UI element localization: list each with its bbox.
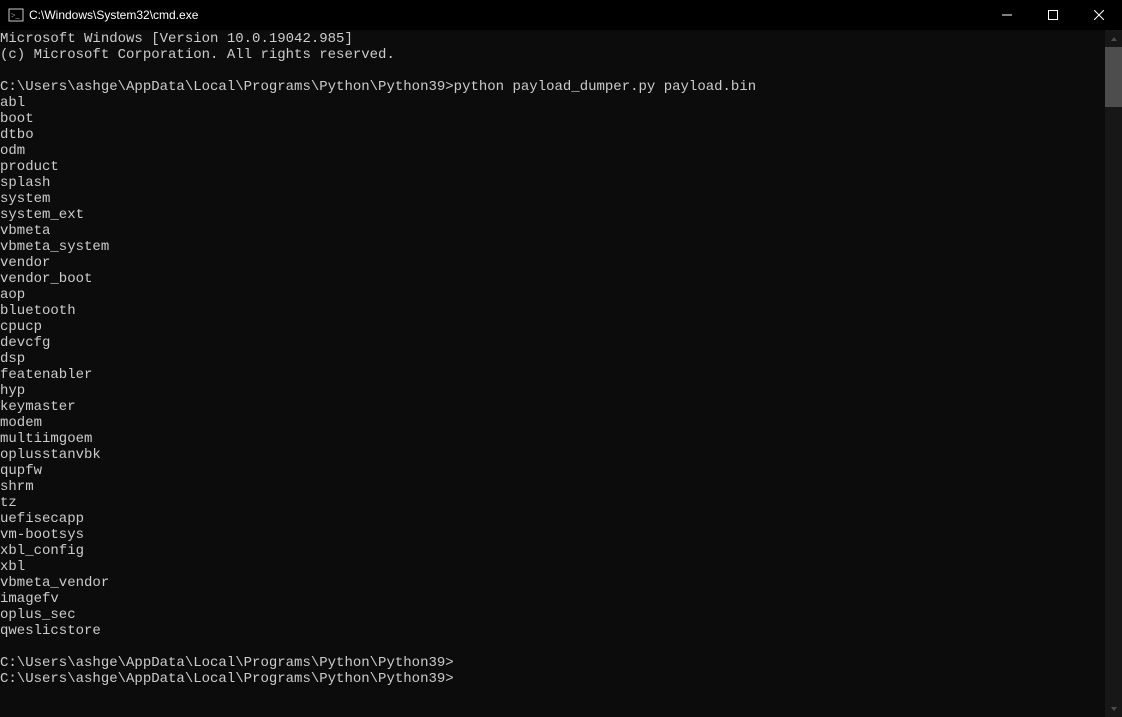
console-line: featenabler	[0, 367, 1105, 383]
console-line: uefisecapp	[0, 511, 1105, 527]
console-output[interactable]: Microsoft Windows [Version 10.0.19042.98…	[0, 30, 1105, 717]
console-line: multiimgoem	[0, 431, 1105, 447]
console-line: (c) Microsoft Corporation. All rights re…	[0, 47, 1105, 63]
scroll-thumb[interactable]	[1105, 47, 1122, 107]
console-line: odm	[0, 143, 1105, 159]
vertical-scrollbar[interactable]	[1105, 30, 1122, 717]
console-line: dsp	[0, 351, 1105, 367]
console-line: shrm	[0, 479, 1105, 495]
cmd-window: >_ C:\Windows\System32\cmd.exe Microsoft…	[0, 0, 1122, 717]
console-line: aop	[0, 287, 1105, 303]
console-line: vendor_boot	[0, 271, 1105, 287]
console-line: tz	[0, 495, 1105, 511]
maximize-button[interactable]	[1030, 0, 1076, 30]
window-title: C:\Windows\System32\cmd.exe	[29, 8, 198, 22]
console-line: devcfg	[0, 335, 1105, 351]
console-line: boot	[0, 111, 1105, 127]
console-line: abl	[0, 95, 1105, 111]
console-line: system_ext	[0, 207, 1105, 223]
close-button[interactable]	[1076, 0, 1122, 30]
console-line: oplusstanvbk	[0, 447, 1105, 463]
console-line: qweslicstore	[0, 623, 1105, 639]
console-line: vbmeta_system	[0, 239, 1105, 255]
console-line: vbmeta	[0, 223, 1105, 239]
console-line: vm-bootsys	[0, 527, 1105, 543]
console-line: C:\Users\ashge\AppData\Local\Programs\Py…	[0, 79, 1105, 95]
console-line: keymaster	[0, 399, 1105, 415]
scroll-down-button[interactable]	[1105, 700, 1122, 717]
console-line: vendor	[0, 255, 1105, 271]
console-line: modem	[0, 415, 1105, 431]
console-line: Microsoft Windows [Version 10.0.19042.98…	[0, 31, 1105, 47]
console-line: dtbo	[0, 127, 1105, 143]
console-line: qupfw	[0, 463, 1105, 479]
console-line: oplus_sec	[0, 607, 1105, 623]
console-line: C:\Users\ashge\AppData\Local\Programs\Py…	[0, 655, 1105, 671]
console-line: system	[0, 191, 1105, 207]
console-line	[0, 63, 1105, 79]
console-line: C:\Users\ashge\AppData\Local\Programs\Py…	[0, 671, 1105, 687]
minimize-button[interactable]	[984, 0, 1030, 30]
scroll-up-button[interactable]	[1105, 30, 1122, 47]
console-line	[0, 639, 1105, 655]
console-line: cpucp	[0, 319, 1105, 335]
console-line: splash	[0, 175, 1105, 191]
console-line: xbl_config	[0, 543, 1105, 559]
console-line: bluetooth	[0, 303, 1105, 319]
console-line: vbmeta_vendor	[0, 575, 1105, 591]
console-line: product	[0, 159, 1105, 175]
svg-text:>_: >_	[11, 11, 21, 20]
titlebar[interactable]: >_ C:\Windows\System32\cmd.exe	[0, 0, 1122, 30]
console-line: hyp	[0, 383, 1105, 399]
client-area: Microsoft Windows [Version 10.0.19042.98…	[0, 30, 1122, 717]
console-line: xbl	[0, 559, 1105, 575]
cmd-icon: >_	[8, 7, 24, 23]
console-line: imagefv	[0, 591, 1105, 607]
